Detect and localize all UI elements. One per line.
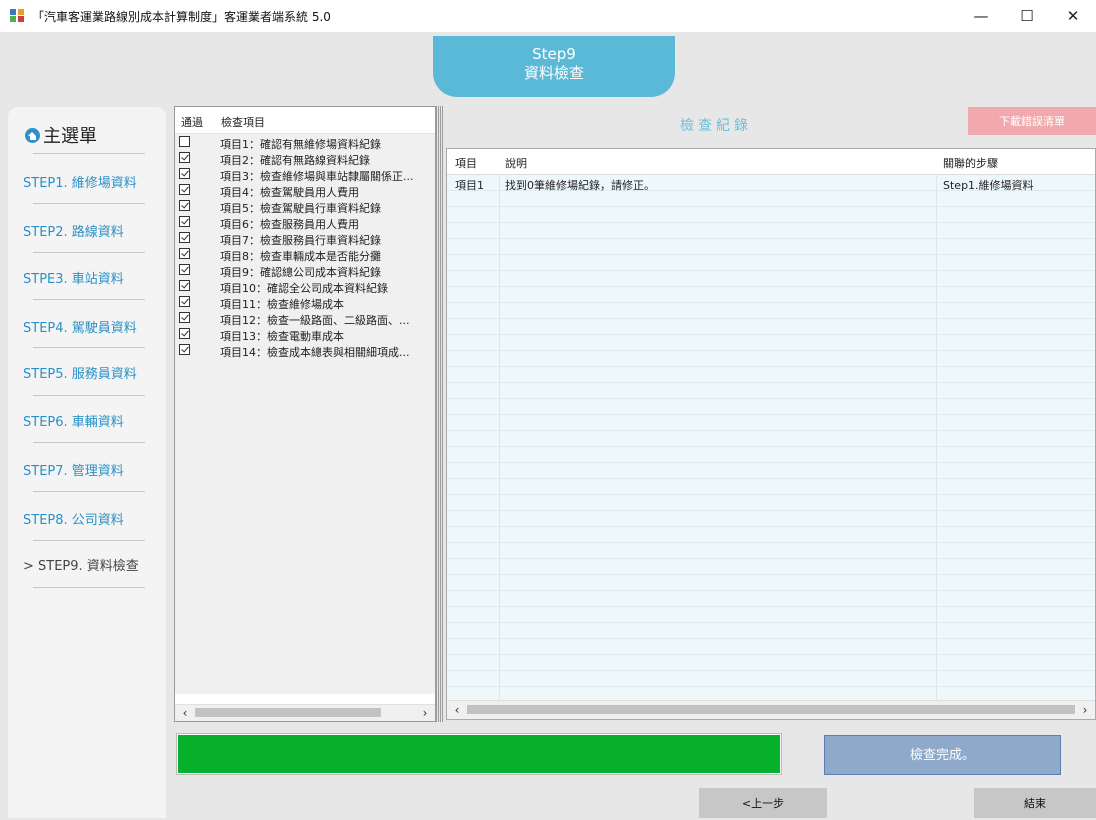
pass-checkbox[interactable] [179, 264, 190, 275]
sidebar-item-step7[interactable]: STEP7. 管理資料 [23, 460, 124, 479]
home-icon [25, 128, 40, 143]
divider [33, 442, 145, 443]
horizontal-scrollbar[interactable]: ‹ › [447, 700, 1095, 719]
column-header-pass[interactable]: 通過 [181, 114, 203, 130]
pass-checkbox[interactable] [179, 200, 190, 211]
check-item-row[interactable]: 項目6：檢查服務員用人費用 [175, 214, 435, 231]
pass-checkbox[interactable] [179, 280, 190, 291]
check-item-row[interactable]: 項目11：檢查維修場成本 [175, 294, 435, 311]
pass-checkbox[interactable] [179, 312, 190, 323]
divider [33, 347, 145, 348]
sidebar-item-step4[interactable]: STEP4. 駕駛員資料 [23, 317, 137, 336]
step-title: 資料檢查 [523, 64, 584, 82]
scroll-left-icon[interactable]: ‹ [449, 703, 465, 717]
log-item-cell: 項目1 [455, 179, 484, 192]
pass-checkbox[interactable] [179, 232, 190, 243]
scroll-right-icon[interactable]: › [1077, 703, 1093, 717]
minimize-button[interactable]: — [958, 0, 1004, 32]
step-header: Step9 資料檢查 [433, 36, 675, 97]
title-bar: 「汽車客運業路線別成本計算制度」客運業者端系統 5.0 — ☐ ✕ [0, 0, 1096, 32]
sidebar-item-step9[interactable]: > STEP9. 資料檢查 [23, 555, 139, 574]
log-title: 檢查紀錄 [680, 118, 752, 134]
check-items-list: 通過 檢查項目 項目1：確認有無維修場資料紀錄 項目2：確認有無路線資料紀錄 項目3… [174, 106, 436, 722]
pass-checkbox[interactable] [179, 344, 190, 355]
pass-checkbox[interactable] [179, 184, 190, 195]
check-item-row[interactable]: 項目14：檢查成本總表與相關細項成... [175, 342, 435, 359]
column-header-item[interactable]: 檢查項目 [221, 114, 265, 130]
sidebar-item-step1[interactable]: STEP1. 維修場資料 [23, 172, 137, 191]
sidebar-item-step3[interactable]: STPE3. 車站資料 [23, 268, 124, 287]
pass-checkbox[interactable] [179, 296, 190, 307]
scroll-right-icon[interactable]: › [417, 706, 433, 720]
check-item-row[interactable]: 項目4：檢查駕駛員用人費用 [175, 182, 435, 199]
pass-checkbox[interactable] [179, 136, 190, 147]
maximize-button[interactable]: ☐ [1004, 0, 1050, 32]
divider [33, 491, 145, 492]
main-menu-title: 主選單 [25, 122, 97, 148]
check-item-row[interactable]: 項目8：檢查車輛成本是否能分攤 [175, 246, 435, 263]
check-item-row[interactable]: 項目10：確認全公司成本資料紀錄 [175, 278, 435, 295]
check-item-row[interactable]: 項目9：確認總公司成本資料紀錄 [175, 262, 435, 279]
table-row[interactable]: 項目1 找到0筆維修場紀錄，請修正。 Step1.維修場資料 [447, 175, 1095, 192]
previous-step-button[interactable]: <上一步 [699, 788, 827, 818]
scroll-left-icon[interactable]: ‹ [177, 706, 193, 720]
pass-checkbox[interactable] [179, 168, 190, 179]
log-table-header: 項目 說明 關聯的步驟 [447, 149, 1095, 175]
window-title: 「汽車客運業路線別成本計算制度」客運業者端系統 5.0 [32, 10, 331, 24]
divider [33, 395, 145, 396]
column-header-related-step[interactable]: 關聯的步驟 [943, 155, 998, 171]
divider [33, 540, 145, 541]
main-menu-label: 主選單 [43, 126, 97, 147]
sidebar-item-step6[interactable]: STEP6. 車輛資料 [23, 411, 124, 430]
check-status-button[interactable]: 檢查完成。 [824, 735, 1061, 775]
column-divider [936, 175, 937, 719]
end-button[interactable]: 結束 [974, 788, 1096, 818]
step-number: Step9 [532, 45, 576, 63]
log-description-cell: 找到0筆維修場紀錄，請修正。 [505, 179, 655, 192]
check-item-row[interactable]: 項目7：檢查服務員行車資料紀錄 [175, 230, 435, 247]
divider [33, 153, 145, 154]
column-header-item[interactable]: 項目 [455, 155, 477, 171]
main-menu-sidebar: 主選單 STEP1. 維修場資料 STEP2. 路線資料 STPE3. 車站資料… [8, 107, 166, 818]
log-related-step-cell: Step1.維修場資料 [943, 179, 1034, 192]
pass-checkbox[interactable] [179, 216, 190, 227]
close-button[interactable]: ✕ [1050, 0, 1096, 32]
horizontal-scrollbar[interactable]: ‹ › [175, 704, 435, 721]
check-item-row[interactable]: 項目12：檢查一級路面、二級路面、... [175, 310, 435, 327]
divider [33, 203, 145, 204]
scroll-thumb[interactable] [195, 708, 381, 717]
panel-splitter[interactable] [436, 106, 444, 722]
column-divider [499, 175, 500, 719]
progress-bar-fill [178, 735, 780, 773]
check-item-row[interactable]: 項目13：檢查電動車成本 [175, 326, 435, 343]
sidebar-item-step8[interactable]: STEP8. 公司資料 [23, 509, 124, 528]
check-log-table: 項目 說明 關聯的步驟 項目1 找到0筆維修場紀錄，請修正。 Step1.維修場資料… [446, 148, 1096, 720]
pass-checkbox[interactable] [179, 248, 190, 259]
divider [33, 252, 145, 253]
sidebar-item-step5[interactable]: STEP5. 服務員資料 [23, 363, 137, 382]
check-list-header: 通過 檢查項目 [175, 107, 435, 134]
sidebar-item-step2[interactable]: STEP2. 路線資料 [23, 221, 124, 240]
pass-checkbox[interactable] [179, 328, 190, 339]
progress-bar [176, 733, 782, 775]
scroll-thumb[interactable] [467, 705, 1075, 714]
check-item-row[interactable]: 項目1：確認有無維修場資料紀錄 [175, 134, 435, 151]
divider [33, 587, 145, 588]
check-item-row[interactable]: 項目3：檢查維修場與車站隸屬關係正... [175, 166, 435, 183]
column-header-description[interactable]: 說明 [505, 155, 527, 171]
check-item-row[interactable]: 項目2：確認有無路線資料紀錄 [175, 150, 435, 167]
download-error-list-button[interactable]: 下載錯誤清單 [968, 107, 1096, 135]
app-icon [10, 9, 24, 22]
pass-checkbox[interactable] [179, 152, 190, 163]
check-item-label: 項目14：檢查成本總表與相關細項成... [220, 346, 410, 359]
log-table-body: 項目1 找到0筆維修場紀錄，請修正。 Step1.維修場資料 [447, 175, 1095, 719]
divider [33, 299, 145, 300]
check-item-row[interactable]: 項目5：檢查駕駛員行車資料紀錄 [175, 198, 435, 215]
check-list-rows: 項目1：確認有無維修場資料紀錄 項目2：確認有無路線資料紀錄 項目3：檢查維修場與車… [175, 134, 435, 694]
